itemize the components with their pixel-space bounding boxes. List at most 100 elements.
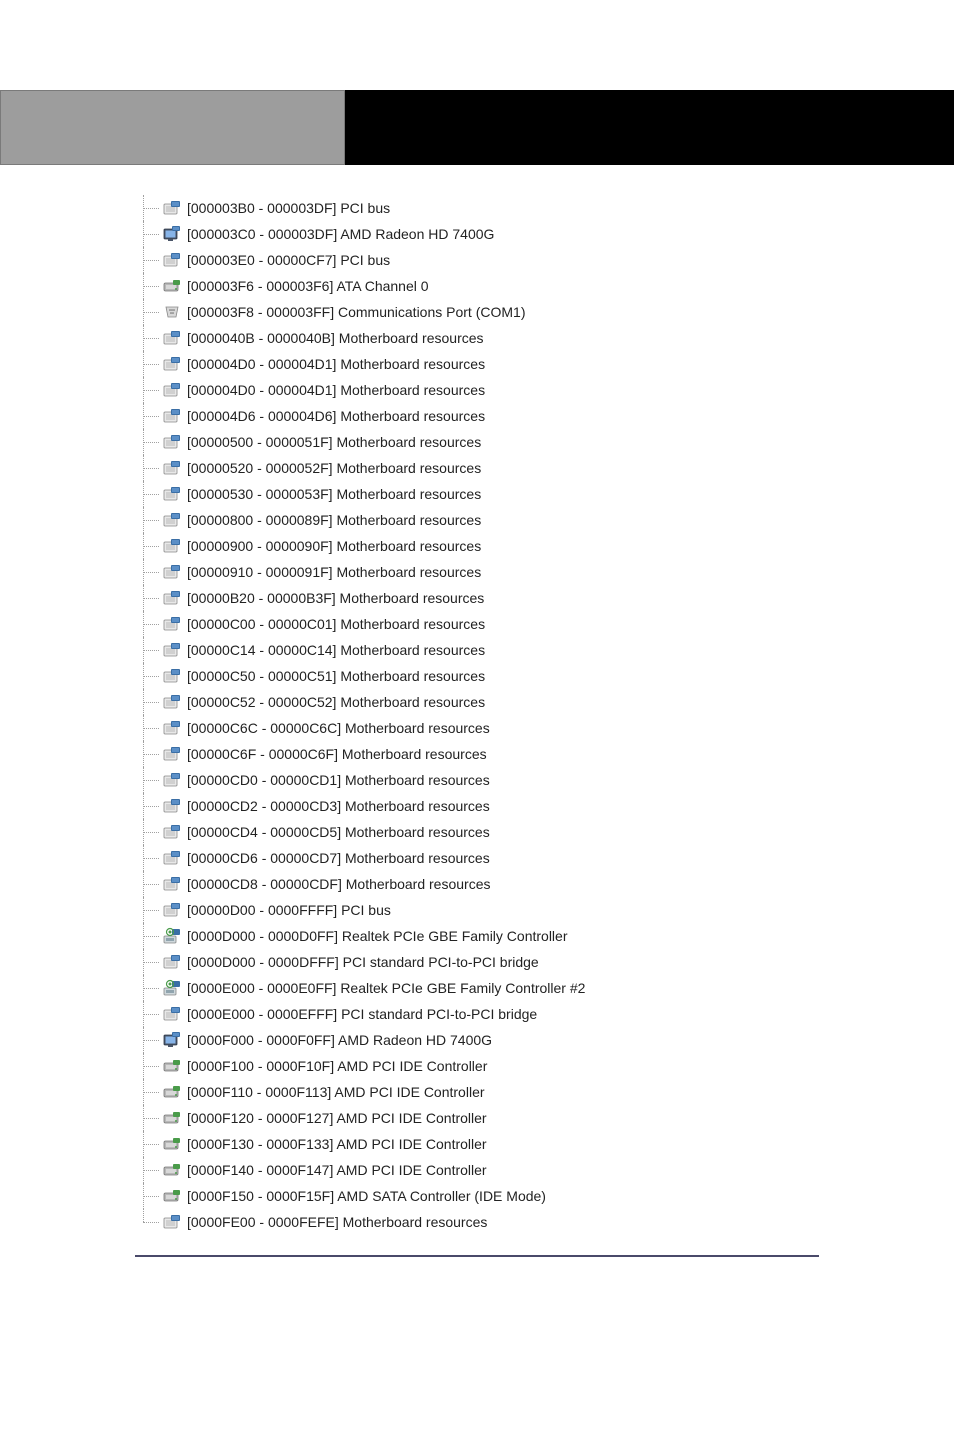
tree-item-label: [0000040B - 0000040B] Motherboard resour… — [187, 330, 484, 346]
system-device-icon — [163, 459, 181, 477]
system-device-icon — [163, 667, 181, 685]
tree-item[interactable]: [0000E000 - 0000EFFF] PCI standard PCI-t… — [135, 1001, 954, 1027]
tree-item[interactable]: [000003B0 - 000003DF] PCI bus — [135, 195, 954, 221]
tree-item[interactable]: [0000D000 - 0000D0FF] Realtek PCIe GBE F… — [135, 923, 954, 949]
tree-item-label: [000003B0 - 000003DF] PCI bus — [187, 200, 390, 216]
system-device-icon — [163, 251, 181, 269]
tree-item[interactable]: [00000CD2 - 00000CD3] Motherboard resour… — [135, 793, 954, 819]
tree-item[interactable]: [000004D0 - 000004D1] Motherboard resour… — [135, 377, 954, 403]
tree-connector — [135, 299, 163, 325]
tree-item[interactable]: [00000910 - 0000091F] Motherboard resour… — [135, 559, 954, 585]
tree-item-label: [000003E0 - 00000CF7] PCI bus — [187, 252, 390, 268]
tree-connector — [135, 533, 163, 559]
tree-connector — [135, 377, 163, 403]
ide-channel-icon — [163, 1083, 181, 1101]
network-adapter-icon — [163, 927, 181, 945]
system-device-icon — [163, 797, 181, 815]
tree-item-label: [0000F100 - 0000F10F] AMD PCI IDE Contro… — [187, 1058, 487, 1074]
tree-item-label: [0000F130 - 0000F133] AMD PCI IDE Contro… — [187, 1136, 487, 1152]
tree-item[interactable]: [00000500 - 0000051F] Motherboard resour… — [135, 429, 954, 455]
system-device-icon — [163, 485, 181, 503]
header-right-panel — [345, 90, 954, 165]
tree-item[interactable]: [0000F000 - 0000F0FF] AMD Radeon HD 7400… — [135, 1027, 954, 1053]
system-device-icon — [163, 615, 181, 633]
system-device-icon — [163, 199, 181, 217]
tree-item[interactable]: [0000F120 - 0000F127] AMD PCI IDE Contro… — [135, 1105, 954, 1131]
tree-item[interactable]: [0000F150 - 0000F15F] AMD SATA Controlle… — [135, 1183, 954, 1209]
tree-item-label: [000003C0 - 000003DF] AMD Radeon HD 7400… — [187, 226, 494, 242]
system-device-icon — [163, 849, 181, 867]
tree-item[interactable]: [00000B20 - 00000B3F] Motherboard resour… — [135, 585, 954, 611]
tree-connector — [135, 1183, 163, 1209]
tree-item-label: [00000C52 - 00000C52] Motherboard resour… — [187, 694, 485, 710]
tree-connector — [135, 507, 163, 533]
tree-connector — [135, 559, 163, 585]
tree-item[interactable]: [00000520 - 0000052F] Motherboard resour… — [135, 455, 954, 481]
tree-item[interactable]: [00000900 - 0000090F] Motherboard resour… — [135, 533, 954, 559]
system-device-icon — [163, 433, 181, 451]
tree-item[interactable]: [000003F6 - 000003F6] ATA Channel 0 — [135, 273, 954, 299]
tree-item-label: [0000F110 - 0000F113] AMD PCI IDE Contro… — [187, 1084, 485, 1100]
tree-item[interactable]: [00000C14 - 00000C14] Motherboard resour… — [135, 637, 954, 663]
ide-channel-icon — [163, 1135, 181, 1153]
tree-item[interactable]: [00000800 - 0000089F] Motherboard resour… — [135, 507, 954, 533]
tree-item[interactable]: [0000F110 - 0000F113] AMD PCI IDE Contro… — [135, 1079, 954, 1105]
resource-tree: [000003B0 - 000003DF] PCI bus [000003C0 -… — [0, 165, 954, 1235]
tree-connector — [135, 923, 163, 949]
display-adapter-icon — [163, 1031, 181, 1049]
tree-item-label: [00000B20 - 00000B3F] Motherboard resour… — [187, 590, 484, 606]
tree-item-label: [00000C00 - 00000C01] Motherboard resour… — [187, 616, 485, 632]
tree-item[interactable]: [00000530 - 0000053F] Motherboard resour… — [135, 481, 954, 507]
tree-item[interactable]: [00000CD4 - 00000CD5] Motherboard resour… — [135, 819, 954, 845]
system-device-icon — [163, 329, 181, 347]
tree-item[interactable]: [0000F140 - 0000F147] AMD PCI IDE Contro… — [135, 1157, 954, 1183]
ide-channel-icon — [163, 1161, 181, 1179]
tree-item[interactable]: [00000C00 - 00000C01] Motherboard resour… — [135, 611, 954, 637]
system-device-icon — [163, 563, 181, 581]
tree-connector — [135, 689, 163, 715]
tree-item[interactable]: [0000FE00 - 0000FEFE] Motherboard resour… — [135, 1209, 954, 1235]
tree-item-label: [00000900 - 0000090F] Motherboard resour… — [187, 538, 481, 554]
tree-item-label: [00000500 - 0000051F] Motherboard resour… — [187, 434, 481, 450]
ide-channel-icon — [163, 1187, 181, 1205]
tree-item[interactable]: [0000D000 - 0000DFFF] PCI standard PCI-t… — [135, 949, 954, 975]
tree-item[interactable]: [00000CD0 - 00000CD1] Motherboard resour… — [135, 767, 954, 793]
tree-item[interactable]: [000003F8 - 000003FF] Communications Por… — [135, 299, 954, 325]
tree-connector — [135, 325, 163, 351]
tree-item[interactable]: [000004D6 - 000004D6] Motherboard resour… — [135, 403, 954, 429]
tree-item[interactable]: [0000E000 - 0000E0FF] Realtek PCIe GBE F… — [135, 975, 954, 1001]
tree-item[interactable]: [00000C50 - 00000C51] Motherboard resour… — [135, 663, 954, 689]
tree-connector — [135, 871, 163, 897]
display-adapter-icon — [163, 225, 181, 243]
system-device-icon — [163, 1213, 181, 1231]
tree-item-label: [00000D00 - 0000FFFF] PCI bus — [187, 902, 391, 918]
tree-item-label: [0000FE00 - 0000FEFE] Motherboard resour… — [187, 1214, 487, 1230]
tree-item-label: [00000CD2 - 00000CD3] Motherboard resour… — [187, 798, 490, 814]
tree-item[interactable]: [00000C6F - 00000C6F] Motherboard resour… — [135, 741, 954, 767]
tree-item-label: [00000C14 - 00000C14] Motherboard resour… — [187, 642, 485, 658]
tree-connector — [135, 845, 163, 871]
tree-connector — [135, 715, 163, 741]
tree-connector — [135, 637, 163, 663]
tree-item-label: [000003F8 - 000003FF] Communications Por… — [187, 304, 525, 320]
tree-item[interactable]: [00000CD6 - 00000CD7] Motherboard resour… — [135, 845, 954, 871]
tree-connector — [135, 481, 163, 507]
tree-item[interactable]: [00000C52 - 00000C52] Motherboard resour… — [135, 689, 954, 715]
tree-item[interactable]: [00000CD8 - 00000CDF] Motherboard resour… — [135, 871, 954, 897]
tree-item[interactable]: [0000F100 - 0000F10F] AMD PCI IDE Contro… — [135, 1053, 954, 1079]
system-device-icon — [163, 719, 181, 737]
tree-item[interactable]: [0000F130 - 0000F133] AMD PCI IDE Contro… — [135, 1131, 954, 1157]
tree-item-label: [00000CD8 - 00000CDF] Motherboard resour… — [187, 876, 491, 892]
tree-item[interactable]: [00000C6C - 00000C6C] Motherboard resour… — [135, 715, 954, 741]
system-device-icon — [163, 745, 181, 763]
tree-item-label: [000004D0 - 000004D1] Motherboard resour… — [187, 356, 485, 372]
tree-item[interactable]: [000003C0 - 000003DF] AMD Radeon HD 7400… — [135, 221, 954, 247]
tree-item[interactable]: [000004D0 - 000004D1] Motherboard resour… — [135, 351, 954, 377]
tree-item[interactable]: [0000040B - 0000040B] Motherboard resour… — [135, 325, 954, 351]
system-device-icon — [163, 641, 181, 659]
tree-item-label: [0000E000 - 0000E0FF] Realtek PCIe GBE F… — [187, 980, 585, 996]
tree-connector — [135, 429, 163, 455]
tree-item[interactable]: [000003E0 - 00000CF7] PCI bus — [135, 247, 954, 273]
system-device-icon — [163, 771, 181, 789]
tree-item[interactable]: [00000D00 - 0000FFFF] PCI bus — [135, 897, 954, 923]
